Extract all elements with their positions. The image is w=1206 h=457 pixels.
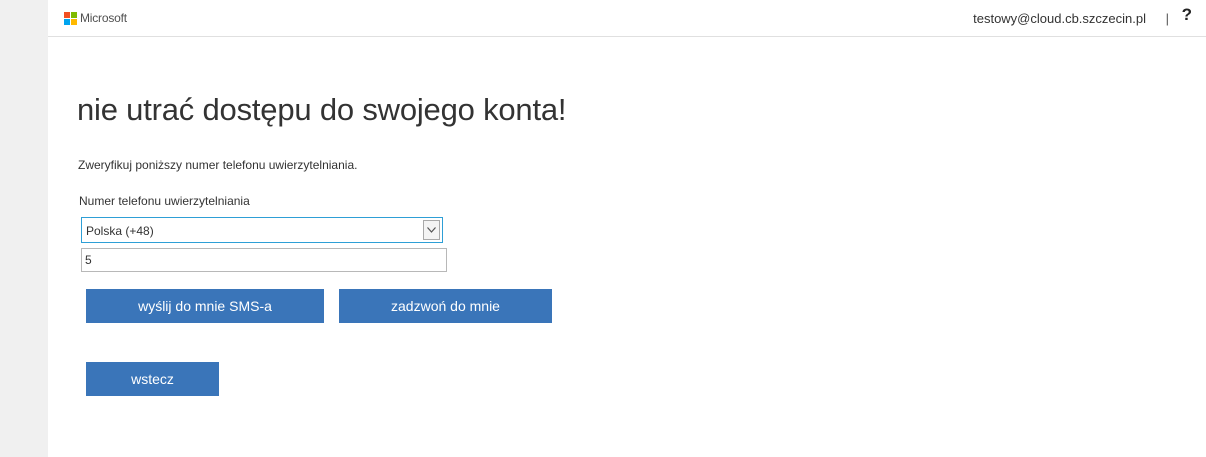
country-code-value: Polska (+48) xyxy=(86,224,154,238)
microsoft-logo-icon xyxy=(64,11,77,25)
send-sms-button[interactable]: wyślij do mnie SMS-a xyxy=(86,289,324,323)
back-button[interactable]: wstecz xyxy=(86,362,219,396)
left-gutter xyxy=(0,0,48,457)
country-code-select[interactable]: Polska (+48) xyxy=(81,217,443,243)
help-icon[interactable]: ? xyxy=(1182,5,1192,25)
phone-label: Numer telefonu uwierzytelniania xyxy=(79,194,250,208)
header-bar: Microsoft testowy@cloud.cb.szczecin.pl |… xyxy=(48,0,1206,37)
user-email[interactable]: testowy@cloud.cb.szczecin.pl xyxy=(973,11,1146,26)
header-separator: | xyxy=(1165,11,1169,26)
page-title: nie utrać dostępu do swojego konta! xyxy=(77,92,567,127)
page-container: Microsoft testowy@cloud.cb.szczecin.pl |… xyxy=(48,0,1206,457)
chevron-down-icon[interactable] xyxy=(423,220,440,240)
call-me-button[interactable]: zadzwoń do mnie xyxy=(339,289,552,323)
brand-name: Microsoft xyxy=(80,11,127,25)
phone-number-input[interactable] xyxy=(81,248,447,272)
description-text: Zweryfikuj poniższy numer telefonu uwier… xyxy=(78,158,358,172)
microsoft-logo[interactable]: Microsoft xyxy=(64,11,127,25)
